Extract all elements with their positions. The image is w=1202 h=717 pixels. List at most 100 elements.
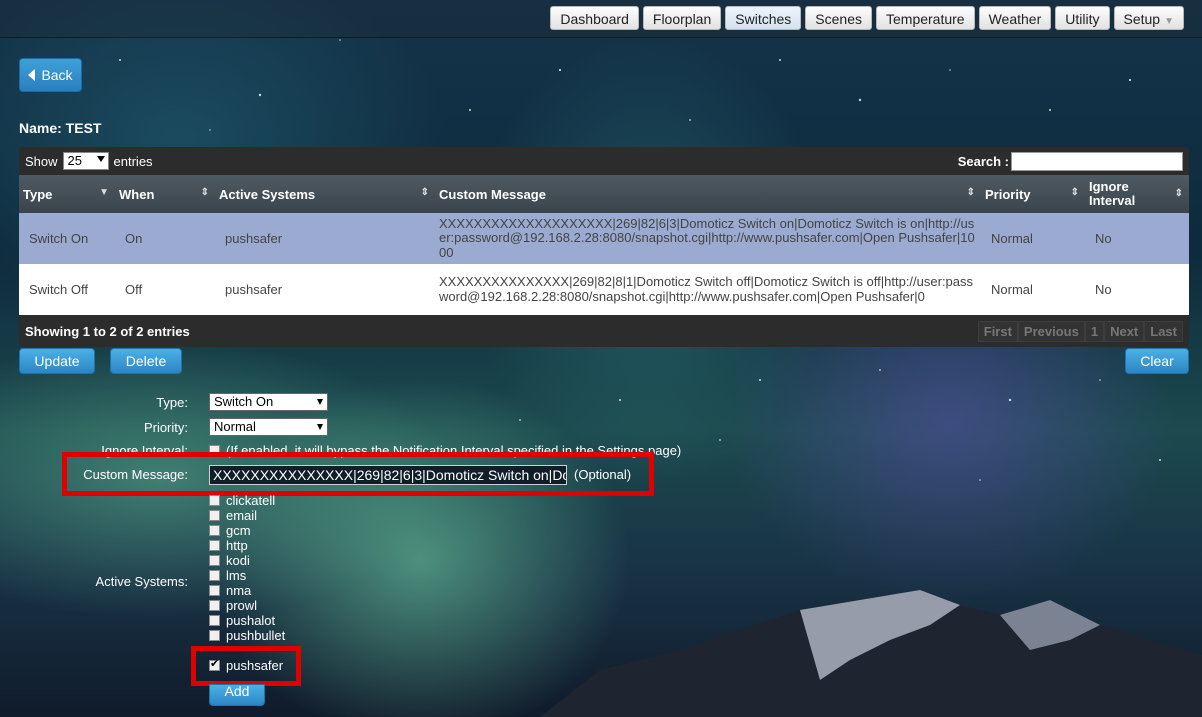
cell-systems: pushsafer <box>215 213 435 264</box>
pushbullet-label: pushbullet <box>226 628 286 643</box>
http-checkbox[interactable] <box>209 540 220 551</box>
back-button[interactable]: Back <box>19 58 82 92</box>
pushsafer-checkbox[interactable] <box>209 657 220 671</box>
col-when[interactable]: When ⇕ <box>115 175 215 213</box>
sort-icon: ⇕ <box>420 187 429 198</box>
nav-setup-label: Setup <box>1123 11 1161 27</box>
clear-button[interactable]: Clear <box>1125 348 1189 374</box>
system-row-kodi: kodi <box>209 553 250 568</box>
system-row-clickatell: clickatell <box>209 493 275 508</box>
cell-type: Switch Off <box>19 264 115 315</box>
chevron-down-icon <box>96 156 105 162</box>
pager-page-1[interactable]: 1 <box>1084 320 1105 342</box>
nav-switches[interactable]: Switches <box>725 6 802 30</box>
device-name-label: Name: TEST <box>19 120 102 136</box>
nav-utility[interactable]: Utility <box>1055 6 1110 30</box>
notifications-table: Type ▼ When ⇕ Active Systems ⇕ Custom Messa… <box>19 175 1189 315</box>
update-button[interactable]: Update <box>19 348 95 374</box>
table-row[interactable]: Switch On On pushsafer XXXXXXXXXXXXXXXXX… <box>19 213 1189 264</box>
pagination: First Previous 1 Next Last <box>977 320 1183 342</box>
system-row-gcm: gcm <box>209 523 251 538</box>
priority-select[interactable]: Normal <box>209 418 328 436</box>
pushalot-checkbox[interactable] <box>209 615 220 626</box>
chevron-down-icon <box>317 399 323 405</box>
system-row-pushbullet: pushbullet <box>209 628 285 643</box>
col-custom-message[interactable]: Custom Message ⇕ <box>435 175 981 213</box>
prowl-checkbox[interactable] <box>209 600 220 611</box>
table-row[interactable]: Switch Off Off pushsafer XXXXXXXXXXXXXXX… <box>19 264 1189 315</box>
col-active-systems-label: Active Systems <box>219 186 316 202</box>
add-button[interactable]: Add <box>209 684 265 706</box>
cell-priority: Normal <box>981 264 1085 315</box>
nma-label: nma <box>226 583 252 598</box>
priority-label: Priority: <box>143 420 188 435</box>
chevron-down-icon: ▼ <box>1164 16 1174 27</box>
col-priority[interactable]: Priority ⇕ <box>981 175 1085 213</box>
custom-message-label: Custom Message: <box>83 467 188 482</box>
search-label: Search : <box>957 153 1009 169</box>
table-header-row: Type ▼ When ⇕ Active Systems ⇕ Custom Messa… <box>19 175 1189 213</box>
sort-icon: ⇕ <box>966 187 975 198</box>
cell-priority: Normal <box>981 213 1085 264</box>
cell-type: Switch On <box>19 213 115 264</box>
col-type-label: Type <box>23 186 53 202</box>
clickatell-checkbox[interactable] <box>209 495 220 506</box>
system-row-lms: lms <box>209 568 246 583</box>
nav-dashboard[interactable]: Dashboard <box>550 6 639 30</box>
nav-temperature[interactable]: Temperature <box>876 6 975 30</box>
system-row-http: http <box>209 538 248 553</box>
pager-first[interactable]: First <box>977 320 1018 342</box>
email-label: email <box>226 508 258 523</box>
sort-icon: ⇕ <box>1174 188 1183 199</box>
email-checkbox[interactable] <box>209 510 220 521</box>
table-info: Showing 1 to 2 of 2 entries <box>25 323 190 339</box>
optional-note: (Optional) <box>574 467 632 482</box>
nav-floorplan[interactable]: Floorplan <box>642 6 722 30</box>
sort-icon: ⇕ <box>200 187 209 198</box>
col-type[interactable]: Type ▼ <box>19 175 115 213</box>
cell-when: Off <box>115 264 215 315</box>
pushbullet-checkbox[interactable] <box>209 630 220 641</box>
cell-when: On <box>115 213 215 264</box>
pushsafer-label: pushsafer <box>226 658 284 673</box>
pager-previous[interactable]: Previous <box>1017 320 1085 342</box>
table-controls: Show 25 entries Search : <box>19 147 1189 175</box>
type-select-value: Switch On <box>214 394 274 409</box>
search-input[interactable] <box>1011 151 1183 171</box>
system-row-nma: nma <box>209 583 251 598</box>
notifications-table-panel: Show 25 entries Search : Type ▼ When ⇕ Act… <box>19 147 1189 347</box>
sort-icon: ⇕ <box>1070 187 1079 198</box>
lms-label: lms <box>226 568 247 583</box>
nma-checkbox[interactable] <box>209 585 220 596</box>
nav-weather[interactable]: Weather <box>978 6 1052 30</box>
http-label: http <box>226 538 248 553</box>
active-systems-label: Active Systems: <box>95 574 188 589</box>
delete-button[interactable]: Delete <box>110 348 182 374</box>
col-ignore-interval[interactable]: Ignore Interval ⇕ <box>1085 175 1189 213</box>
cell-ignore: No <box>1085 264 1189 315</box>
pager-last[interactable]: Last <box>1144 320 1183 342</box>
gcm-checkbox[interactable] <box>209 525 220 536</box>
type-label: Type: <box>156 395 188 410</box>
clickatell-label: clickatell <box>226 493 276 508</box>
nav-setup[interactable]: Setup ▼ <box>1113 6 1184 30</box>
kodi-checkbox[interactable] <box>209 555 220 566</box>
entries-per-page-value: 25 <box>67 153 82 168</box>
show-label: Show <box>25 153 58 169</box>
lms-checkbox[interactable] <box>209 570 220 581</box>
col-when-label: When <box>119 186 155 202</box>
col-active-systems[interactable]: Active Systems ⇕ <box>215 175 435 213</box>
custom-message-input[interactable]: XXXXXXXXXXXXXXX|269|82|6|3|Domoticz Swit… <box>209 465 567 485</box>
nav-scenes[interactable]: Scenes <box>805 6 872 30</box>
table-footer: Showing 1 to 2 of 2 entries First Previo… <box>19 315 1189 347</box>
cell-message: XXXXXXXXXXXXXXXXXXXX|269|82|6|3|Domoticz… <box>435 213 981 264</box>
sort-desc-icon: ▼ <box>99 187 109 198</box>
type-select[interactable]: Switch On <box>209 393 328 411</box>
system-row-pushsafer: pushsafer <box>209 657 284 673</box>
system-row-prowl: prowl <box>209 598 257 613</box>
entries-per-page-select[interactable]: 25 <box>62 152 109 170</box>
col-ignore-interval-label: Ignore Interval <box>1089 179 1136 208</box>
col-priority-label: Priority <box>985 186 1031 202</box>
pager-next[interactable]: Next <box>1104 320 1145 342</box>
pushalot-label: pushalot <box>226 613 276 628</box>
